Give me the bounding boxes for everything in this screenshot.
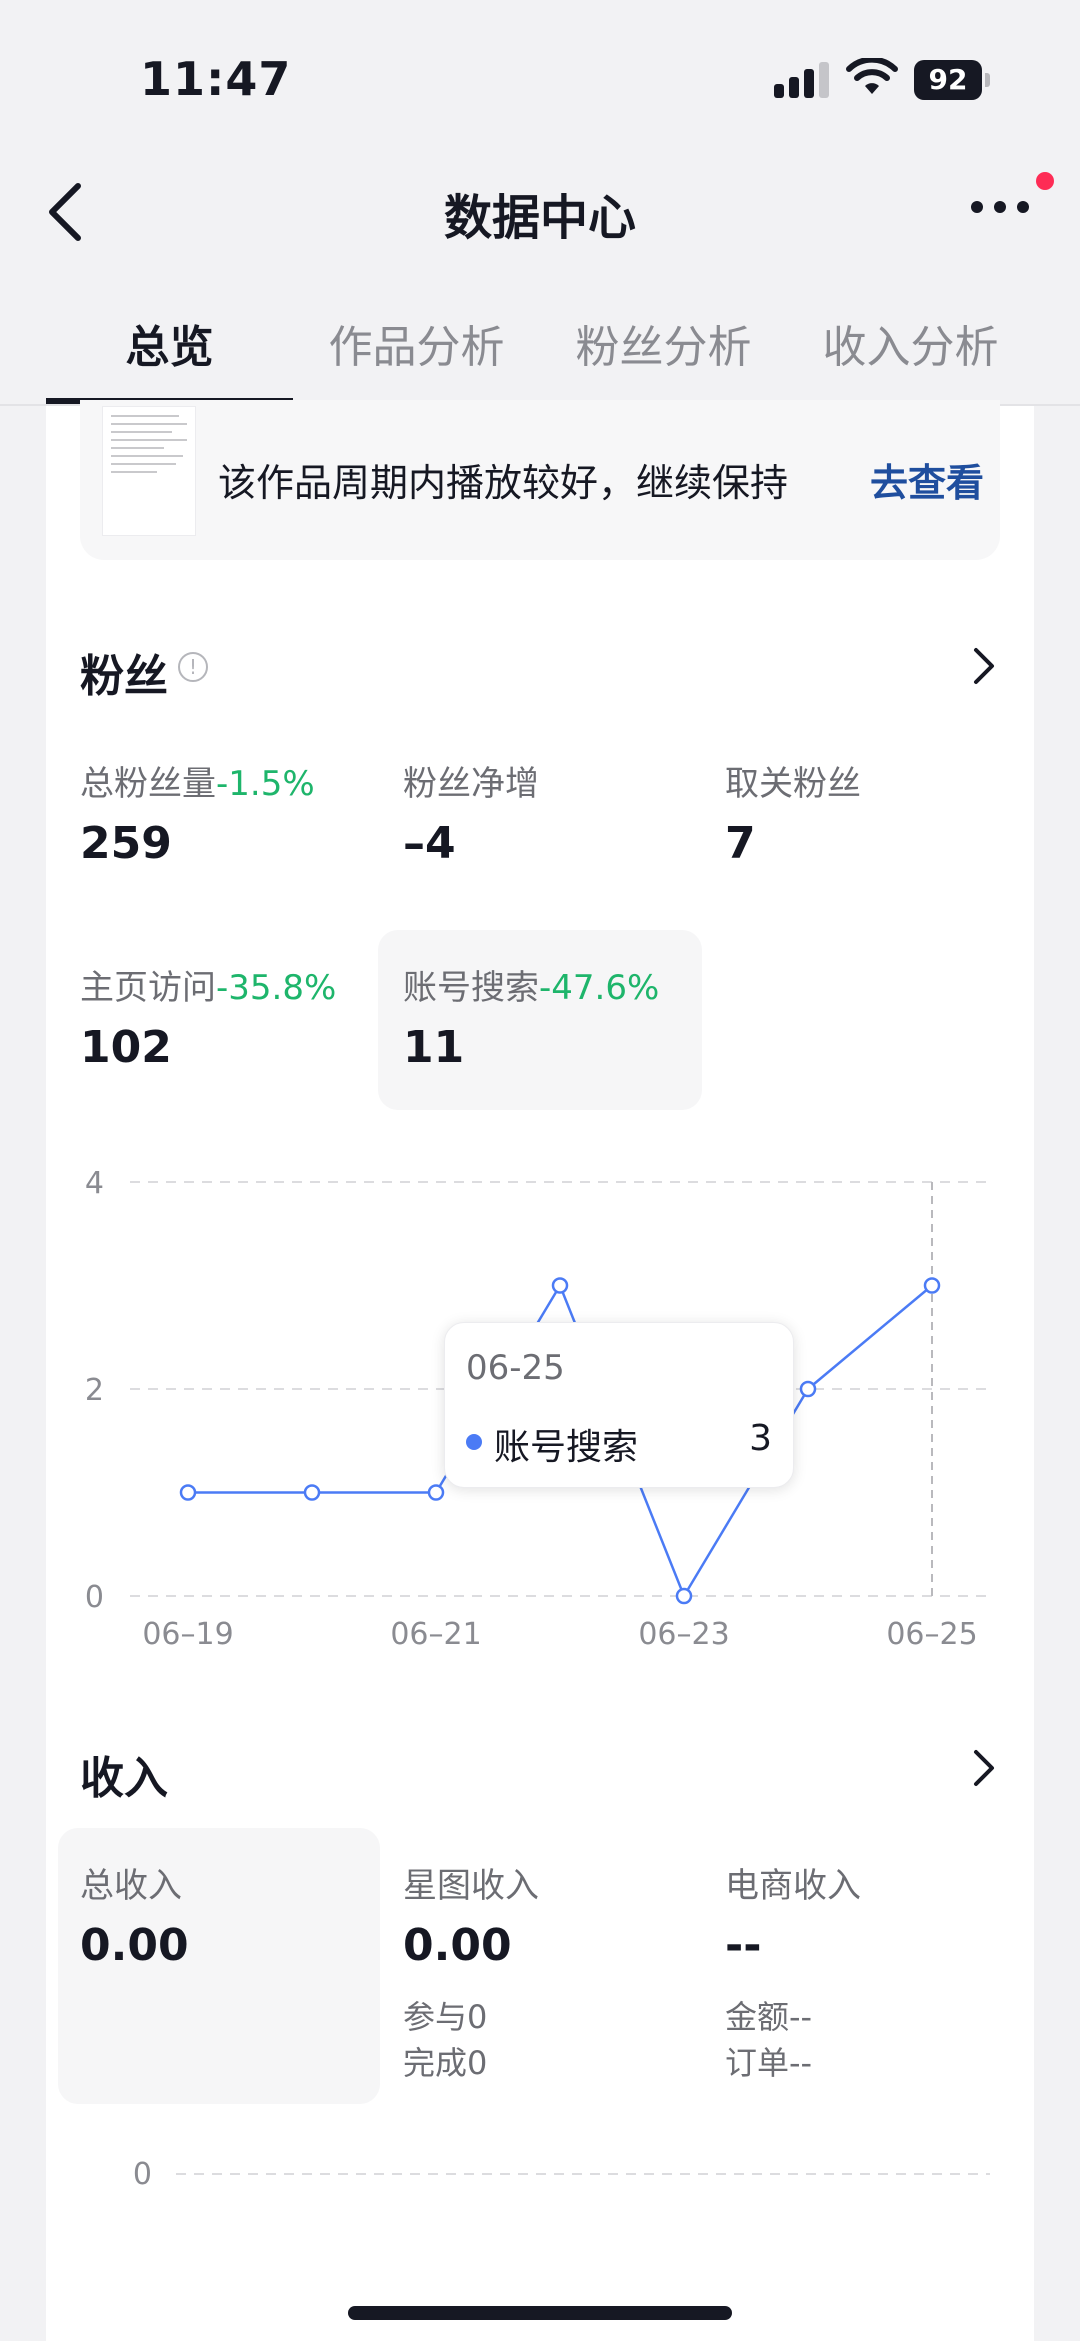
- cellular-signal-icon: [774, 62, 829, 98]
- tooltip-series-dot: [466, 1434, 482, 1450]
- metric-unfollow-value: 7: [725, 818, 756, 869]
- battery-cap: [985, 73, 990, 87]
- metric-xingtu-income-label: 星图收入: [403, 1866, 539, 1906]
- metric-homepage-visits-label: 主页访问-35.8%: [80, 960, 336, 1009]
- tooltip-date: 06-25: [466, 1348, 565, 1388]
- chart-y-tick: 4: [85, 1166, 104, 1201]
- metric-xingtu-participate: 参与0: [403, 1998, 488, 2036]
- metric-ecommerce-amount: 金额--: [725, 1998, 813, 2036]
- metric-xingtu-complete: 完成0: [403, 2044, 488, 2082]
- metric-total-income-value: 0.00: [80, 1920, 189, 1971]
- chart-y-tick: 2: [85, 1373, 104, 1408]
- chart-x-tick: 06–23: [638, 1617, 729, 1652]
- metric-total-fans-label: 总粉丝量-1.5%: [80, 756, 315, 805]
- chart-point: [179, 1484, 197, 1501]
- metric-net-fans-value: –4: [403, 818, 456, 869]
- tooltip-value: 3: [749, 1418, 772, 1459]
- status-time: 11:47: [140, 52, 292, 106]
- tooltip-series-name: 账号搜索: [494, 1427, 639, 1468]
- wifi-icon: [846, 58, 898, 94]
- tab-works-analysis[interactable]: 作品分析: [293, 310, 540, 406]
- metric-change: -47.6%: [539, 968, 660, 1008]
- income-y-tick: 0: [133, 2157, 152, 2192]
- chart-point: [675, 1587, 693, 1605]
- tab-fans-analysis[interactable]: 粉丝分析: [540, 310, 787, 406]
- chart-x-tick: 06–21: [390, 1617, 481, 1652]
- metric-change: -35.8%: [216, 968, 337, 1008]
- metric-ecommerce-income-value: --: [725, 1920, 762, 1971]
- metric-account-search-selected[interactable]: [378, 930, 702, 1110]
- tab-income-analysis[interactable]: 收入分析: [787, 310, 1034, 406]
- income-section-title: 收入: [80, 1753, 168, 1804]
- notification-dot: [1036, 172, 1054, 190]
- more-options-icon[interactable]: [970, 200, 1030, 214]
- metric-net-fans-label: 粉丝净增: [403, 764, 539, 804]
- metric-total-income-label: 总收入: [80, 1866, 182, 1906]
- metric-unfollow-label: 取关粉丝: [725, 764, 861, 804]
- fans-chevron-right-icon[interactable]: [972, 646, 996, 686]
- income-chevron-right-icon[interactable]: [972, 1748, 996, 1788]
- work-tip-text: 该作品周期内播放较好，继续保持: [218, 461, 789, 505]
- metric-ecommerce-orders: 订单--: [725, 2044, 813, 2082]
- metric-label-text: 账号搜索: [403, 968, 539, 1008]
- metric-homepage-visits-value: 102: [80, 1022, 172, 1073]
- chart-x-tick: 06–25: [886, 1617, 977, 1652]
- metric-change: -1.5%: [216, 764, 315, 804]
- metric-total-fans-value: 259: [80, 818, 172, 869]
- metric-label-text: 总粉丝量: [80, 764, 216, 804]
- metric-account-search-value: 11: [403, 1022, 465, 1073]
- metric-xingtu-income-value: 0.00: [403, 1920, 512, 1971]
- fans-section-title: 粉丝: [80, 651, 168, 702]
- view-work-link[interactable]: 去查看: [870, 452, 984, 507]
- chart-point: [551, 1277, 569, 1294]
- chart-y-tick: 0: [85, 1580, 104, 1615]
- info-icon[interactable]: !: [178, 652, 208, 682]
- page-title: 数据中心: [443, 190, 636, 246]
- tab-overview[interactable]: 总览: [46, 310, 293, 406]
- chart-point: [427, 1484, 445, 1501]
- chart-point: [799, 1380, 817, 1398]
- metric-ecommerce-income-label: 电商收入: [725, 1866, 861, 1906]
- battery-indicator: 92: [914, 60, 992, 100]
- home-indicator: [348, 2306, 732, 2320]
- chart-point: [923, 1277, 941, 1294]
- metric-label-text: 主页访问: [80, 968, 216, 1008]
- chart-point: [303, 1484, 321, 1501]
- tab-bar: 总览 作品分析 粉丝分析 收入分析: [0, 310, 1080, 406]
- income-chart: 0: [133, 2157, 990, 2192]
- metric-account-search-label: 账号搜索-47.6%: [403, 960, 659, 1009]
- work-thumbnail[interactable]: [102, 406, 196, 536]
- chart-x-tick: 06–19: [142, 1617, 233, 1652]
- battery-level: 92: [914, 60, 982, 100]
